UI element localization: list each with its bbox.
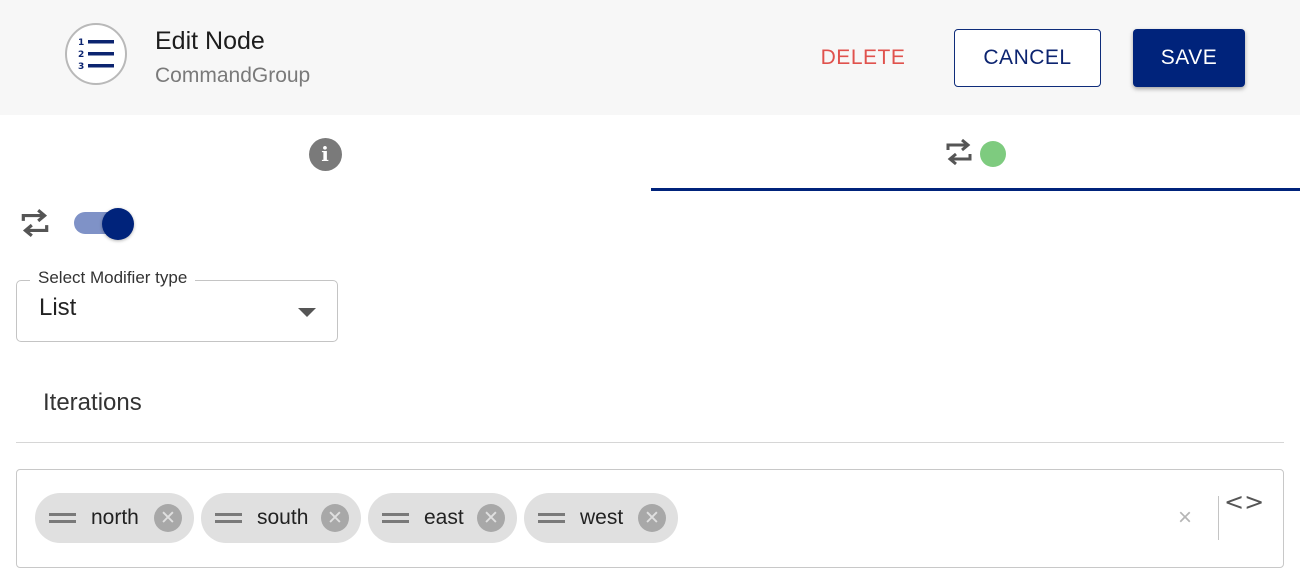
code-view-icon[interactable]: <> xyxy=(1224,488,1264,516)
select-label: Select Modifier type xyxy=(30,268,196,288)
remove-chip-icon[interactable]: ✕ xyxy=(154,504,182,532)
repeat-icon xyxy=(19,206,51,245)
dropdown-arrow-icon xyxy=(298,308,316,317)
save-button[interactable]: SAVE xyxy=(1133,29,1245,87)
divider xyxy=(16,442,1284,443)
delete-button[interactable]: DELETE xyxy=(808,30,918,86)
tab-loop-modifier[interactable] xyxy=(650,115,1300,193)
remove-chip-icon[interactable]: ✕ xyxy=(638,504,666,532)
chip-label: west xyxy=(580,506,624,529)
modifier-toggle[interactable] xyxy=(74,208,134,240)
repeat-icon xyxy=(944,136,974,173)
tab-info[interactable]: i xyxy=(0,115,650,193)
node-type-subtitle: CommandGroup xyxy=(155,64,311,87)
page-title: Edit Node xyxy=(155,27,265,55)
chip-north[interactable]: north ✕ xyxy=(35,493,194,543)
svg-text:2: 2 xyxy=(78,50,84,60)
select-value: List xyxy=(39,294,77,321)
drag-handle-icon[interactable] xyxy=(382,513,409,523)
drag-handle-icon[interactable] xyxy=(215,513,242,523)
chip-label: south xyxy=(257,506,309,529)
drag-handle-icon[interactable] xyxy=(49,513,76,523)
info-icon: i xyxy=(308,137,342,171)
cancel-button[interactable]: CANCEL xyxy=(954,29,1101,87)
node-editor-header: 1 2 3 Edit Node CommandGroup DELETE CANC… xyxy=(0,0,1300,115)
chip-east[interactable]: east ✕ xyxy=(368,493,517,543)
numbered-list-icon: 1 2 3 xyxy=(65,23,127,85)
svg-text:1: 1 xyxy=(78,38,84,48)
drag-handle-icon[interactable] xyxy=(538,513,565,523)
remove-chip-icon[interactable]: ✕ xyxy=(477,504,505,532)
svg-text:3: 3 xyxy=(78,62,84,72)
chip-label: east xyxy=(424,506,464,529)
chip-label: north xyxy=(91,506,139,529)
toggle-knob xyxy=(102,208,134,240)
iterations-heading: Iterations xyxy=(43,389,142,416)
status-dot xyxy=(980,141,1006,167)
remove-chip-icon[interactable]: ✕ xyxy=(321,504,349,532)
active-tab-indicator xyxy=(651,188,1300,191)
clear-all-icon[interactable]: × xyxy=(1178,506,1192,530)
separator xyxy=(1218,496,1219,540)
chip-west[interactable]: west ✕ xyxy=(524,493,678,543)
chip-south[interactable]: south ✕ xyxy=(201,493,361,543)
